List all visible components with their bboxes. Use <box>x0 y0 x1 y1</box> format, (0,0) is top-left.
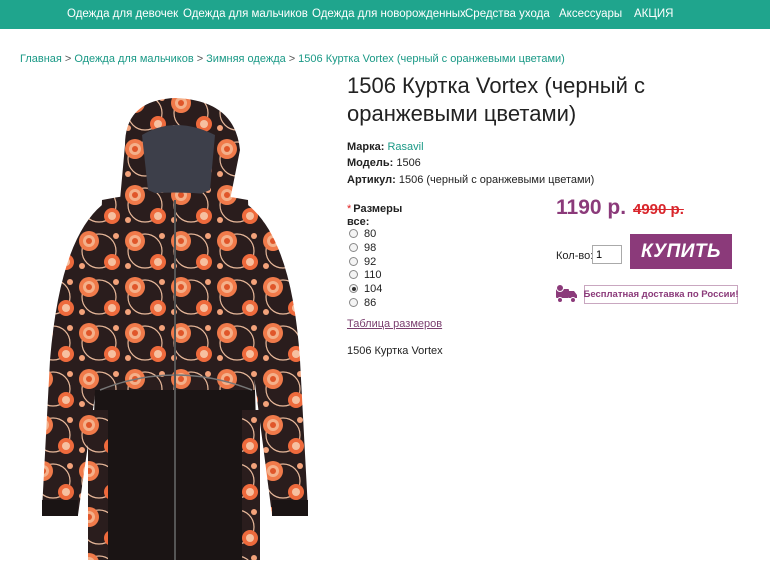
size-option[interactable]: 80 <box>349 227 376 240</box>
size-radio[interactable] <box>349 270 358 279</box>
nav-item-girls[interactable]: Одежда для девочек <box>67 8 178 20</box>
current-price: 1190 р. <box>556 196 627 219</box>
delivery-truck-icon <box>556 284 577 303</box>
brand-label: Марка: <box>347 141 385 153</box>
brand-link[interactable]: Rasavil <box>387 141 423 153</box>
size-label: 80 <box>364 227 377 240</box>
sizes-title-text: Размеры все: <box>347 203 403 228</box>
size-label: 98 <box>364 241 377 254</box>
sku-value: 1506 (черный с оранжевыми цветами) <box>398 174 595 186</box>
size-label: 104 <box>364 282 383 295</box>
quantity-label: Кол-во: <box>556 250 594 262</box>
nav-item-newborns[interactable]: Одежда для новорожденных <box>312 8 466 20</box>
size-option[interactable]: 98 <box>349 241 376 254</box>
free-delivery-badge: Бесплатная доставка по России! <box>584 285 739 304</box>
nav-item-care[interactable]: Средства ухода <box>465 8 550 20</box>
product-image[interactable] <box>30 90 320 570</box>
product-title: 1506 Куртка Vortex (черный с оранжевыми … <box>347 73 646 126</box>
breadcrumb-winter[interactable]: Зимняя одежда <box>206 53 286 65</box>
size-label: 92 <box>364 255 377 268</box>
breadcrumb-separator: > <box>288 53 296 65</box>
nav-item-accessories[interactable]: Аксессуары <box>559 8 622 20</box>
size-radio[interactable] <box>349 229 358 238</box>
sizes-title: * Размеры все: <box>347 203 417 229</box>
size-label: 86 <box>364 296 377 309</box>
size-option[interactable]: 92 <box>349 255 376 268</box>
sku-line: Артикул: 1506 (черный с оранжевыми цвета… <box>347 174 594 186</box>
short-description: 1506 Куртка Vortex <box>347 345 443 357</box>
brand-line: Марка: Rasavil <box>347 141 424 153</box>
breadcrumb-separator: > <box>64 53 72 65</box>
size-option[interactable]: 110 <box>349 268 382 281</box>
required-mark: * <box>347 203 352 215</box>
breadcrumb-separator: > <box>196 53 204 65</box>
size-option[interactable]: 104 <box>349 282 382 295</box>
size-table-link[interactable]: Таблица размеров <box>347 318 442 330</box>
size-option[interactable]: 86 <box>349 296 376 309</box>
model-label: Модель: <box>347 157 394 169</box>
model-line: Модель: 1506 <box>347 157 421 169</box>
nav-item-sale[interactable]: АКЦИЯ <box>634 8 673 20</box>
breadcrumb-home[interactable]: Главная <box>20 53 62 65</box>
size-label: 110 <box>364 268 382 281</box>
breadcrumb-current[interactable]: 1506 Куртка Vortex (черный с оранжевыми … <box>298 53 565 65</box>
breadcrumb: Главная > Одежда для мальчиков > Зимняя одеж… <box>20 53 565 65</box>
size-radio[interactable] <box>349 298 358 307</box>
quantity-input[interactable] <box>592 245 622 264</box>
top-navigation: Одежда для девочек Одежда для мальчиков … <box>0 0 770 29</box>
size-radio-selected[interactable] <box>349 284 358 293</box>
nav-item-boys[interactable]: Одежда для мальчиков <box>183 8 308 20</box>
model-value: 1506 <box>396 157 421 169</box>
old-price: 4990 р. <box>633 201 684 218</box>
size-radio[interactable] <box>349 257 358 266</box>
breadcrumb-boys[interactable]: Одежда для мальчиков <box>74 53 193 65</box>
sku-label: Артикул: <box>347 174 396 186</box>
buy-button[interactable]: КУПИТЬ <box>630 234 732 269</box>
size-radio[interactable] <box>349 243 358 252</box>
